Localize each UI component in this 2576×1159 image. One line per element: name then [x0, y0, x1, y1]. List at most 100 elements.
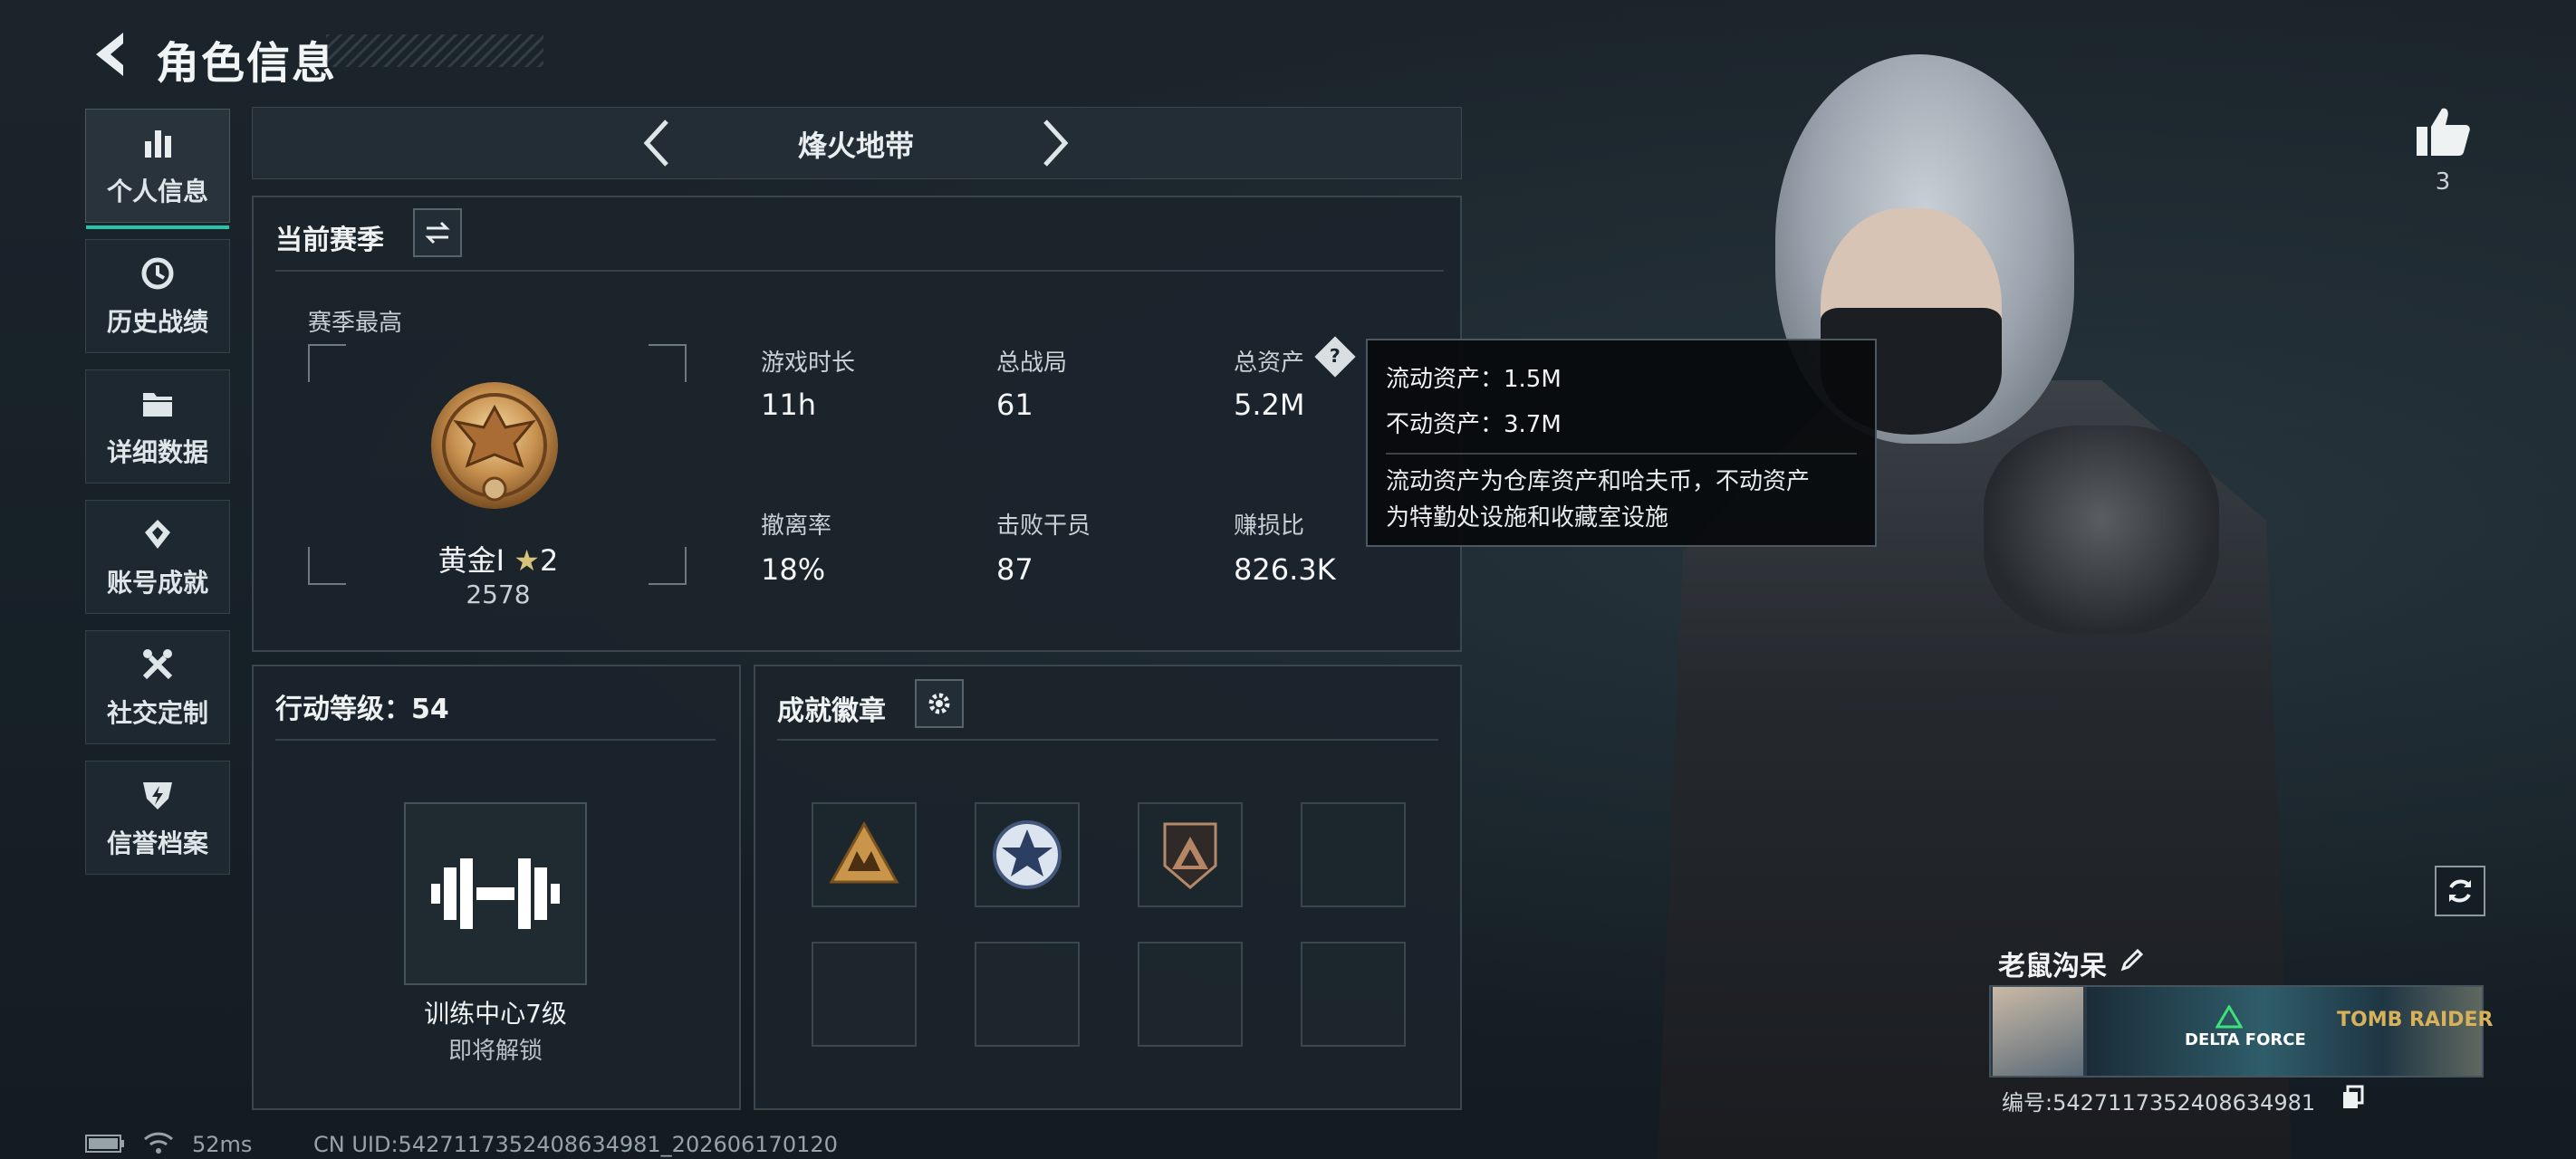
- tooltip-description-line1: 流动资产为仓库资产和哈夫币，不动资产: [1386, 468, 1811, 495]
- sidebar-item-history[interactable]: 历史战绩: [85, 239, 230, 353]
- uid-text: CN UID:542711735240863498​1_202606170120: [313, 1132, 838, 1157]
- tooltip-liquid-assets: 流动资产：1.5M: [1386, 366, 1562, 393]
- action-level-title: 行动等级：54: [275, 694, 449, 725]
- assets-tooltip: 流动资产：1.5M 不动资产：3.7M 流动资产为仓库资产和哈夫币，不动资产 为…: [1366, 339, 1877, 547]
- bar-chart-icon: [145, 130, 171, 158]
- sidebar-item-credit[interactable]: 信誉档案: [85, 761, 230, 875]
- stat-value-playtime: 11h: [761, 388, 816, 422]
- badge-slot-8[interactable]: [1301, 942, 1406, 1047]
- sidebar-item-social[interactable]: 社交定制: [85, 630, 230, 744]
- rank-name: 黄金I: [437, 543, 505, 578]
- badge-slot-4[interactable]: [1301, 802, 1406, 907]
- sidebar-item-personal-info[interactable]: 个人信息: [85, 109, 230, 229]
- rank-title: 黄金I ★2: [399, 538, 598, 580]
- back-arrow-icon: [96, 33, 123, 76]
- stat-value-total-matches: 61: [996, 388, 1033, 422]
- battery-icon: [85, 1134, 125, 1157]
- thumbs-up-icon: [2417, 108, 2470, 156]
- badge-slot-1[interactable]: [812, 802, 917, 907]
- tooltip-fixed-assets: 不动资产：3.7M: [1386, 411, 1562, 438]
- brand-delta-force: DELTA FORCE: [2185, 1030, 2306, 1049]
- page-title: 角色信息: [156, 38, 338, 89]
- copy-icon: [2343, 1085, 2364, 1108]
- stat-label-playtime: 游戏时长: [761, 350, 856, 377]
- avatar[interactable]: [1993, 987, 2083, 1076]
- badge-slot-6[interactable]: [975, 942, 1080, 1047]
- season-best-label: 赛季最高: [308, 310, 403, 337]
- rank-score: 2578: [466, 580, 531, 609]
- character-pauldron: [1984, 426, 2219, 634]
- badge-slot-2[interactable]: [975, 802, 1080, 907]
- pencil-icon: [2120, 948, 2144, 972]
- badge-slot-3[interactable]: [1138, 802, 1243, 907]
- refresh-icon: [2449, 879, 2471, 903]
- stat-label-total-matches: 总战局: [996, 350, 1068, 377]
- frame-corner: [649, 547, 687, 585]
- stat-value-profit-ratio: 826.3K: [1234, 552, 1336, 587]
- divider: [275, 270, 1444, 272]
- star-emblem-badge-icon: [993, 820, 1062, 889]
- chevron-left-icon: [643, 120, 668, 167]
- sidebar-item-label: 社交定制: [106, 698, 208, 728]
- badges-settings-button[interactable]: [915, 679, 964, 728]
- shield-lightning-icon: [143, 782, 172, 809]
- player-name: 老鼠沟呆: [1998, 951, 2107, 982]
- player-id: 编号:542711735240863498​1: [2002, 1090, 2316, 1116]
- brand-tomb-raider: TOMB RAIDER: [2337, 1009, 2494, 1031]
- question-icon: ?: [1329, 346, 1341, 368]
- badges-title: 成就徽章: [777, 695, 886, 727]
- divider: [275, 739, 716, 741]
- stat-value-total-assets: 5.2M: [1234, 388, 1305, 422]
- sidebar-item-label: 账号成就: [106, 568, 208, 598]
- clock-history-icon: [141, 257, 174, 290]
- wifi-icon: [143, 1130, 174, 1159]
- chevron-right-icon: [1043, 120, 1069, 167]
- stat-label-kills: 击败干员: [996, 512, 1091, 540]
- season-title: 当前赛季: [275, 225, 384, 256]
- stat-label-profit-ratio: 赚损比: [1234, 512, 1305, 540]
- delta-logo-icon: [2215, 1004, 2244, 1032]
- tools-icon: [142, 649, 173, 680]
- sidebar-item-label: 信誉档案: [106, 829, 208, 858]
- copy-id-button[interactable]: [2341, 1085, 2366, 1114]
- rank-stars: 2: [539, 543, 559, 578]
- facility-icon-frame[interactable]: [404, 802, 587, 985]
- star-icon: ★: [514, 543, 540, 578]
- mode-prev-button[interactable]: [634, 116, 679, 170]
- mode-name: 烽火地带: [797, 129, 914, 163]
- facility-status: 即将解锁: [447, 1038, 543, 1065]
- bronze-delta-badge-icon: [1163, 822, 1217, 889]
- back-button[interactable]: [85, 27, 132, 81]
- like-button[interactable]: [2415, 105, 2471, 161]
- title-decoration: [326, 34, 543, 67]
- gear-icon: [928, 693, 950, 714]
- season-switch-button[interactable]: [413, 208, 462, 257]
- frame-corner: [308, 344, 346, 382]
- divider: [777, 739, 1438, 741]
- edit-name-button[interactable]: [2118, 945, 2147, 978]
- sidebar-item-achievements[interactable]: 账号成就: [85, 500, 230, 614]
- tooltip-divider: [1386, 453, 1857, 455]
- mode-next-button[interactable]: [1033, 116, 1078, 170]
- rotate-character-button[interactable]: [2435, 866, 2485, 916]
- ping-value: 52ms: [192, 1132, 253, 1157]
- gold-triangle-badge-icon: [829, 820, 899, 884]
- gold-eagle-rank-icon: [431, 382, 558, 509]
- rank-emblem: [422, 371, 567, 520]
- frame-corner: [649, 344, 687, 382]
- sidebar-item-label: 历史战绩: [106, 307, 208, 337]
- sidebar-item-detailed-data[interactable]: 详细数据: [85, 369, 230, 484]
- sidebar-item-label: 个人信息: [106, 177, 208, 206]
- sidebar-item-label: 详细数据: [106, 437, 208, 467]
- facility-name: 训练中心7级: [424, 999, 567, 1029]
- frame-corner: [308, 547, 346, 585]
- badge-slot-5[interactable]: [812, 942, 917, 1047]
- badge-slot-7[interactable]: [1138, 942, 1243, 1047]
- folder-icon: [143, 393, 172, 417]
- stat-label-total-assets: 总资产: [1234, 350, 1305, 377]
- tooltip-description-line2: 为特勤处设施和收藏室设施: [1386, 504, 1669, 532]
- stat-label-extraction-rate: 撤离率: [761, 512, 832, 540]
- stat-value-kills: 87: [996, 552, 1033, 587]
- stat-value-extraction-rate: 18%: [761, 552, 826, 587]
- swap-icon: [425, 221, 450, 244]
